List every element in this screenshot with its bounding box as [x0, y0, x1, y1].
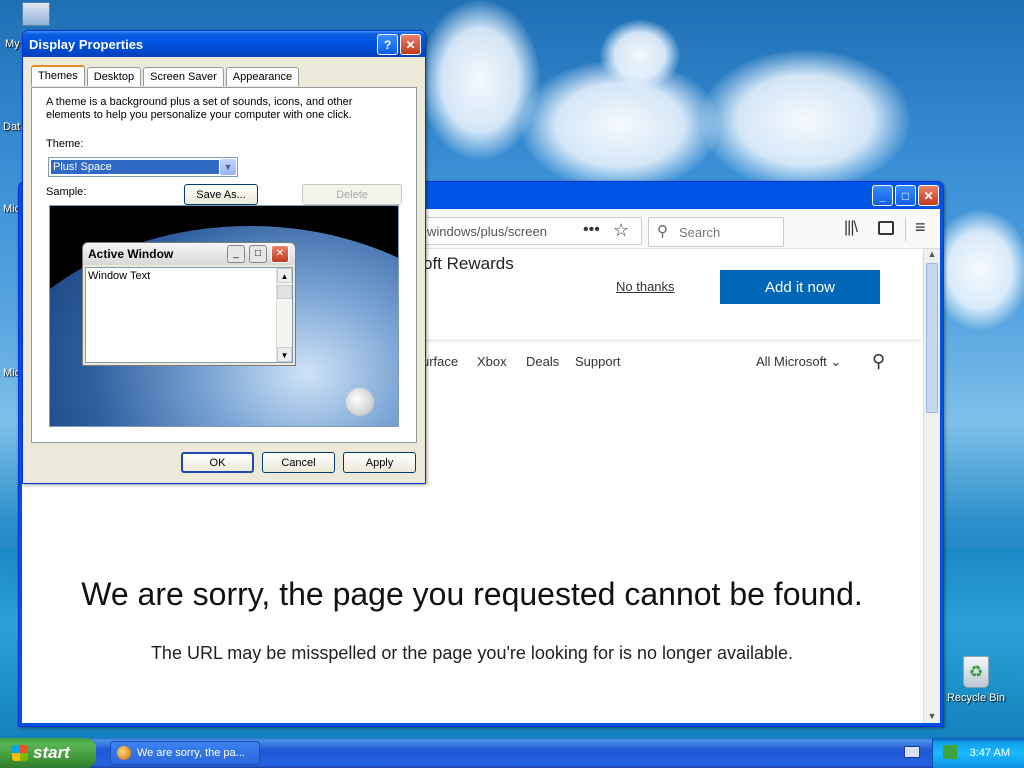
cloud: [600, 20, 680, 90]
chevron-down-icon[interactable]: ▼: [220, 159, 236, 175]
divider: [905, 217, 906, 241]
start-label: start: [33, 743, 70, 762]
help-button[interactable]: ?: [377, 34, 398, 55]
search-placeholder: Search: [679, 225, 721, 240]
nav-item-deals[interactable]: Deals: [526, 354, 559, 369]
bookmark-star-icon[interactable]: ☆: [613, 220, 629, 241]
no-thanks-link[interactable]: No thanks: [616, 279, 675, 294]
start-button[interactable]: start: [0, 738, 96, 768]
apply-label: Apply: [365, 456, 394, 469]
all-microsoft-menu[interactable]: All Microsoft ⌄: [756, 354, 841, 370]
system-tray: 3:47 AM: [932, 738, 1024, 768]
sample-scrollbar: ▲ ▼: [276, 268, 292, 362]
cloud: [930, 210, 1024, 330]
tab-strip: Themes Desktop Screen Saver Appearance: [31, 65, 301, 86]
clock[interactable]: 3:47 AM: [970, 747, 1010, 759]
sample-preview: Active Window _ □ ✕ Window Text ▲ ▼: [49, 205, 399, 427]
chevron-down-icon: ⌄: [830, 354, 842, 369]
desktop-icon-label: Dat: [3, 121, 21, 133]
tab-themes[interactable]: Themes: [31, 65, 85, 86]
nav-item-xbox[interactable]: Xbox: [477, 354, 507, 369]
url-text: windows/plus/screen: [427, 224, 547, 239]
sample-scroll-down-icon: ▼: [277, 347, 292, 362]
search-bar[interactable]: ⚲ Search: [648, 217, 784, 247]
save-as-button[interactable]: Save As...: [184, 184, 258, 205]
nav-item-support[interactable]: Support: [575, 354, 621, 369]
ok-label: OK: [209, 456, 226, 469]
delete-button[interactable]: Delete: [302, 184, 402, 205]
ok-button[interactable]: OK: [181, 452, 254, 473]
theme-select[interactable]: Plus! Space ▼: [48, 157, 238, 177]
network-icon[interactable]: [943, 745, 957, 759]
all-microsoft-label: All Microsoft: [756, 354, 827, 369]
close-button[interactable]: ✕: [400, 34, 421, 55]
sidebar-icon[interactable]: [878, 221, 894, 235]
error-title: We are sorry, the page you requested can…: [81, 576, 863, 612]
browser-task-icon: [117, 746, 131, 760]
add-it-now-label: Add it now: [764, 278, 836, 296]
close-button[interactable]: ✕: [918, 185, 939, 206]
theme-label: Theme:: [46, 138, 84, 150]
theme-select-value: Plus! Space: [51, 160, 219, 174]
sample-label: Sample:: [46, 186, 87, 198]
keyboard-icon[interactable]: [904, 746, 920, 758]
cloud: [700, 50, 910, 190]
library-icon[interactable]: |||\: [844, 219, 858, 237]
error-subtitle: The URL may be misspelled or the page yo…: [150, 643, 794, 663]
site-search-icon[interactable]: ⚲: [872, 351, 885, 372]
close-icon: ✕: [271, 245, 289, 263]
taskbar-task-label: We are sorry, the pa...: [137, 747, 245, 759]
scroll-thumb[interactable]: [926, 263, 938, 413]
sample-text-area: Window Text ▲ ▼: [85, 267, 293, 363]
computer-icon: [22, 2, 50, 26]
sample-scroll-thumb: [277, 285, 292, 299]
search-icon: ⚲: [657, 223, 668, 240]
save-as-label: Save As...: [196, 188, 246, 201]
sample-scroll-up-icon: ▲: [277, 268, 292, 283]
desktop-icon-label: My: [5, 38, 20, 50]
url-bar[interactable]: windows/plus/screen ••• ☆: [422, 217, 642, 245]
cancel-button[interactable]: Cancel: [262, 452, 335, 473]
sample-window-text: Window Text: [88, 270, 151, 282]
recycle-bin-label: Recycle Bin: [946, 692, 1006, 704]
window-title: Display Properties: [29, 36, 144, 52]
minimize-button[interactable]: _: [872, 185, 893, 206]
vertical-scrollbar[interactable]: ▲ ▼: [923, 249, 940, 723]
add-it-now-button[interactable]: Add it now: [720, 270, 880, 304]
title-bar[interactable]: Display Properties: [23, 31, 425, 57]
desktop-icon-my[interactable]: [22, 2, 52, 32]
rewards-title: oft Rewards: [423, 254, 514, 273]
recycle-bin[interactable]: ♻ Recycle Bin: [944, 656, 1008, 704]
recycle-bin-icon: ♻: [963, 656, 989, 688]
minimize-icon: _: [227, 245, 245, 263]
tab-appearance[interactable]: Appearance: [225, 67, 300, 86]
scroll-up-icon[interactable]: ▲: [924, 249, 940, 263]
display-properties-window: Display Properties ? ✕ Themes Desktop Sc…: [22, 30, 426, 484]
delete-label: Delete: [336, 188, 368, 201]
menu-icon[interactable]: ≡: [915, 217, 926, 238]
theme-description: A theme is a background plus a set of so…: [46, 96, 353, 121]
sample-window-title: Active Window: [88, 247, 174, 261]
taskbar: start We are sorry, the pa... 3:47 AM: [0, 738, 1024, 768]
tab-screen-saver[interactable]: Screen Saver: [143, 67, 224, 86]
maximize-button[interactable]: □: [895, 185, 916, 206]
nav-item-surface[interactable]: urface: [422, 354, 458, 369]
tab-desktop[interactable]: Desktop: [86, 67, 142, 86]
apply-button[interactable]: Apply: [343, 452, 416, 473]
taskbar-button-browser[interactable]: We are sorry, the pa...: [110, 741, 260, 765]
windows-logo-icon: [12, 745, 28, 761]
scroll-down-icon[interactable]: ▼: [924, 711, 940, 721]
sample-active-window: Active Window _ □ ✕ Window Text ▲ ▼: [82, 242, 296, 366]
themes-panel: A theme is a background plus a set of so…: [31, 87, 417, 443]
moon-image: [346, 388, 374, 416]
cancel-label: Cancel: [281, 456, 316, 469]
page-actions-icon[interactable]: •••: [583, 221, 600, 239]
maximize-icon: □: [249, 245, 267, 263]
